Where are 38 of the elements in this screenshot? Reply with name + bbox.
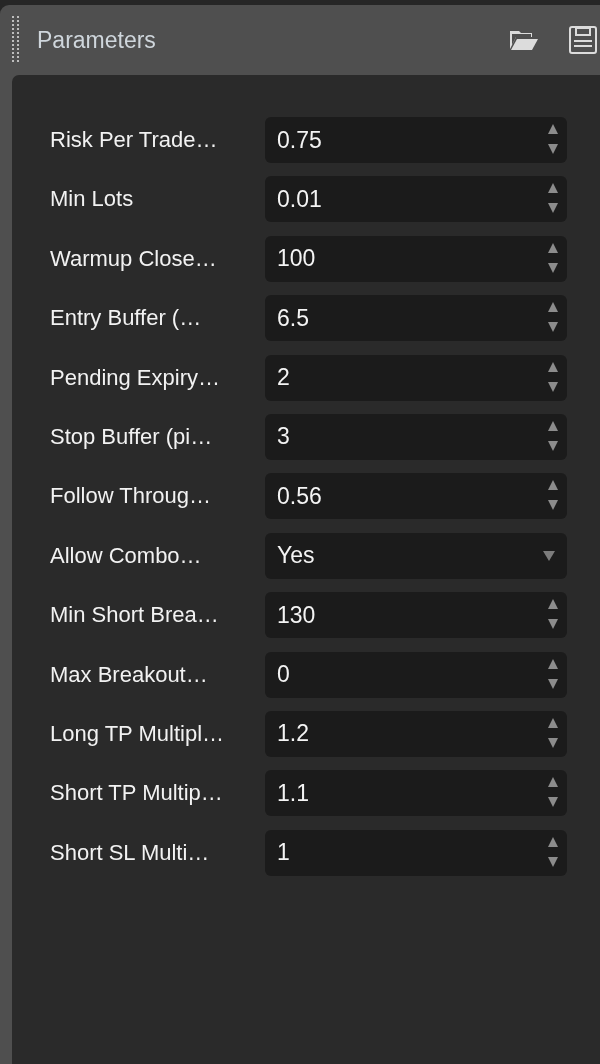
parameter-label: Short TP Multip… xyxy=(50,780,224,807)
number-field[interactable]: 0 xyxy=(265,651,567,698)
spinner-icon[interactable] xyxy=(548,658,558,691)
spinner-icon[interactable] xyxy=(548,836,558,869)
number-field[interactable]: 6.5 xyxy=(265,295,567,342)
parameter-label: Short SL Multi… xyxy=(50,839,211,866)
spinner-icon[interactable] xyxy=(548,420,558,453)
caret-icon xyxy=(543,550,555,561)
parameter-label: Follow Throug… xyxy=(50,483,212,510)
number-field[interactable]: 0.56 xyxy=(265,473,567,520)
parameter-label: Min Short Brea… xyxy=(50,602,220,629)
number-field[interactable]: 100 xyxy=(265,235,567,282)
save-icon[interactable] xyxy=(569,26,597,54)
spinner-icon[interactable] xyxy=(548,361,558,394)
spinner-icon[interactable] xyxy=(548,242,558,275)
parameter-label: Pending Expiry… xyxy=(50,364,221,391)
number-field[interactable]: 130 xyxy=(265,592,567,639)
spinner-icon[interactable] xyxy=(548,124,558,156)
number-field[interactable]: 3 xyxy=(265,413,567,460)
number-field[interactable]: 2 xyxy=(265,354,567,401)
parameter-label: Max Breakout… xyxy=(50,661,209,688)
parameter-label: Entry Buffer (… xyxy=(50,305,203,332)
parameter-label: Long TP Multipl… xyxy=(50,720,226,747)
number-field[interactable]: 1 xyxy=(265,829,567,876)
spinner-icon[interactable] xyxy=(548,717,558,750)
dropdown[interactable]: Yes xyxy=(265,532,567,579)
parameter-label: Allow Combo… xyxy=(50,542,203,569)
number-field[interactable]: 0.75 xyxy=(265,117,567,163)
number-field[interactable]: 1.1 xyxy=(265,770,567,817)
parameter-label: Warmup Close… xyxy=(50,245,218,272)
parameter-label: Min Lots xyxy=(50,186,135,213)
parameter-label: Stop Buffer (pi… xyxy=(50,423,214,450)
parameter-label: Risk Per Trade… xyxy=(50,127,219,153)
number-field[interactable]: 0.01 xyxy=(265,176,567,223)
folder-icon[interactable] xyxy=(509,29,539,51)
grip-icon[interactable] xyxy=(12,16,20,64)
number-field[interactable]: 1.2 xyxy=(265,710,567,757)
panel-title: Parameters xyxy=(37,26,157,54)
